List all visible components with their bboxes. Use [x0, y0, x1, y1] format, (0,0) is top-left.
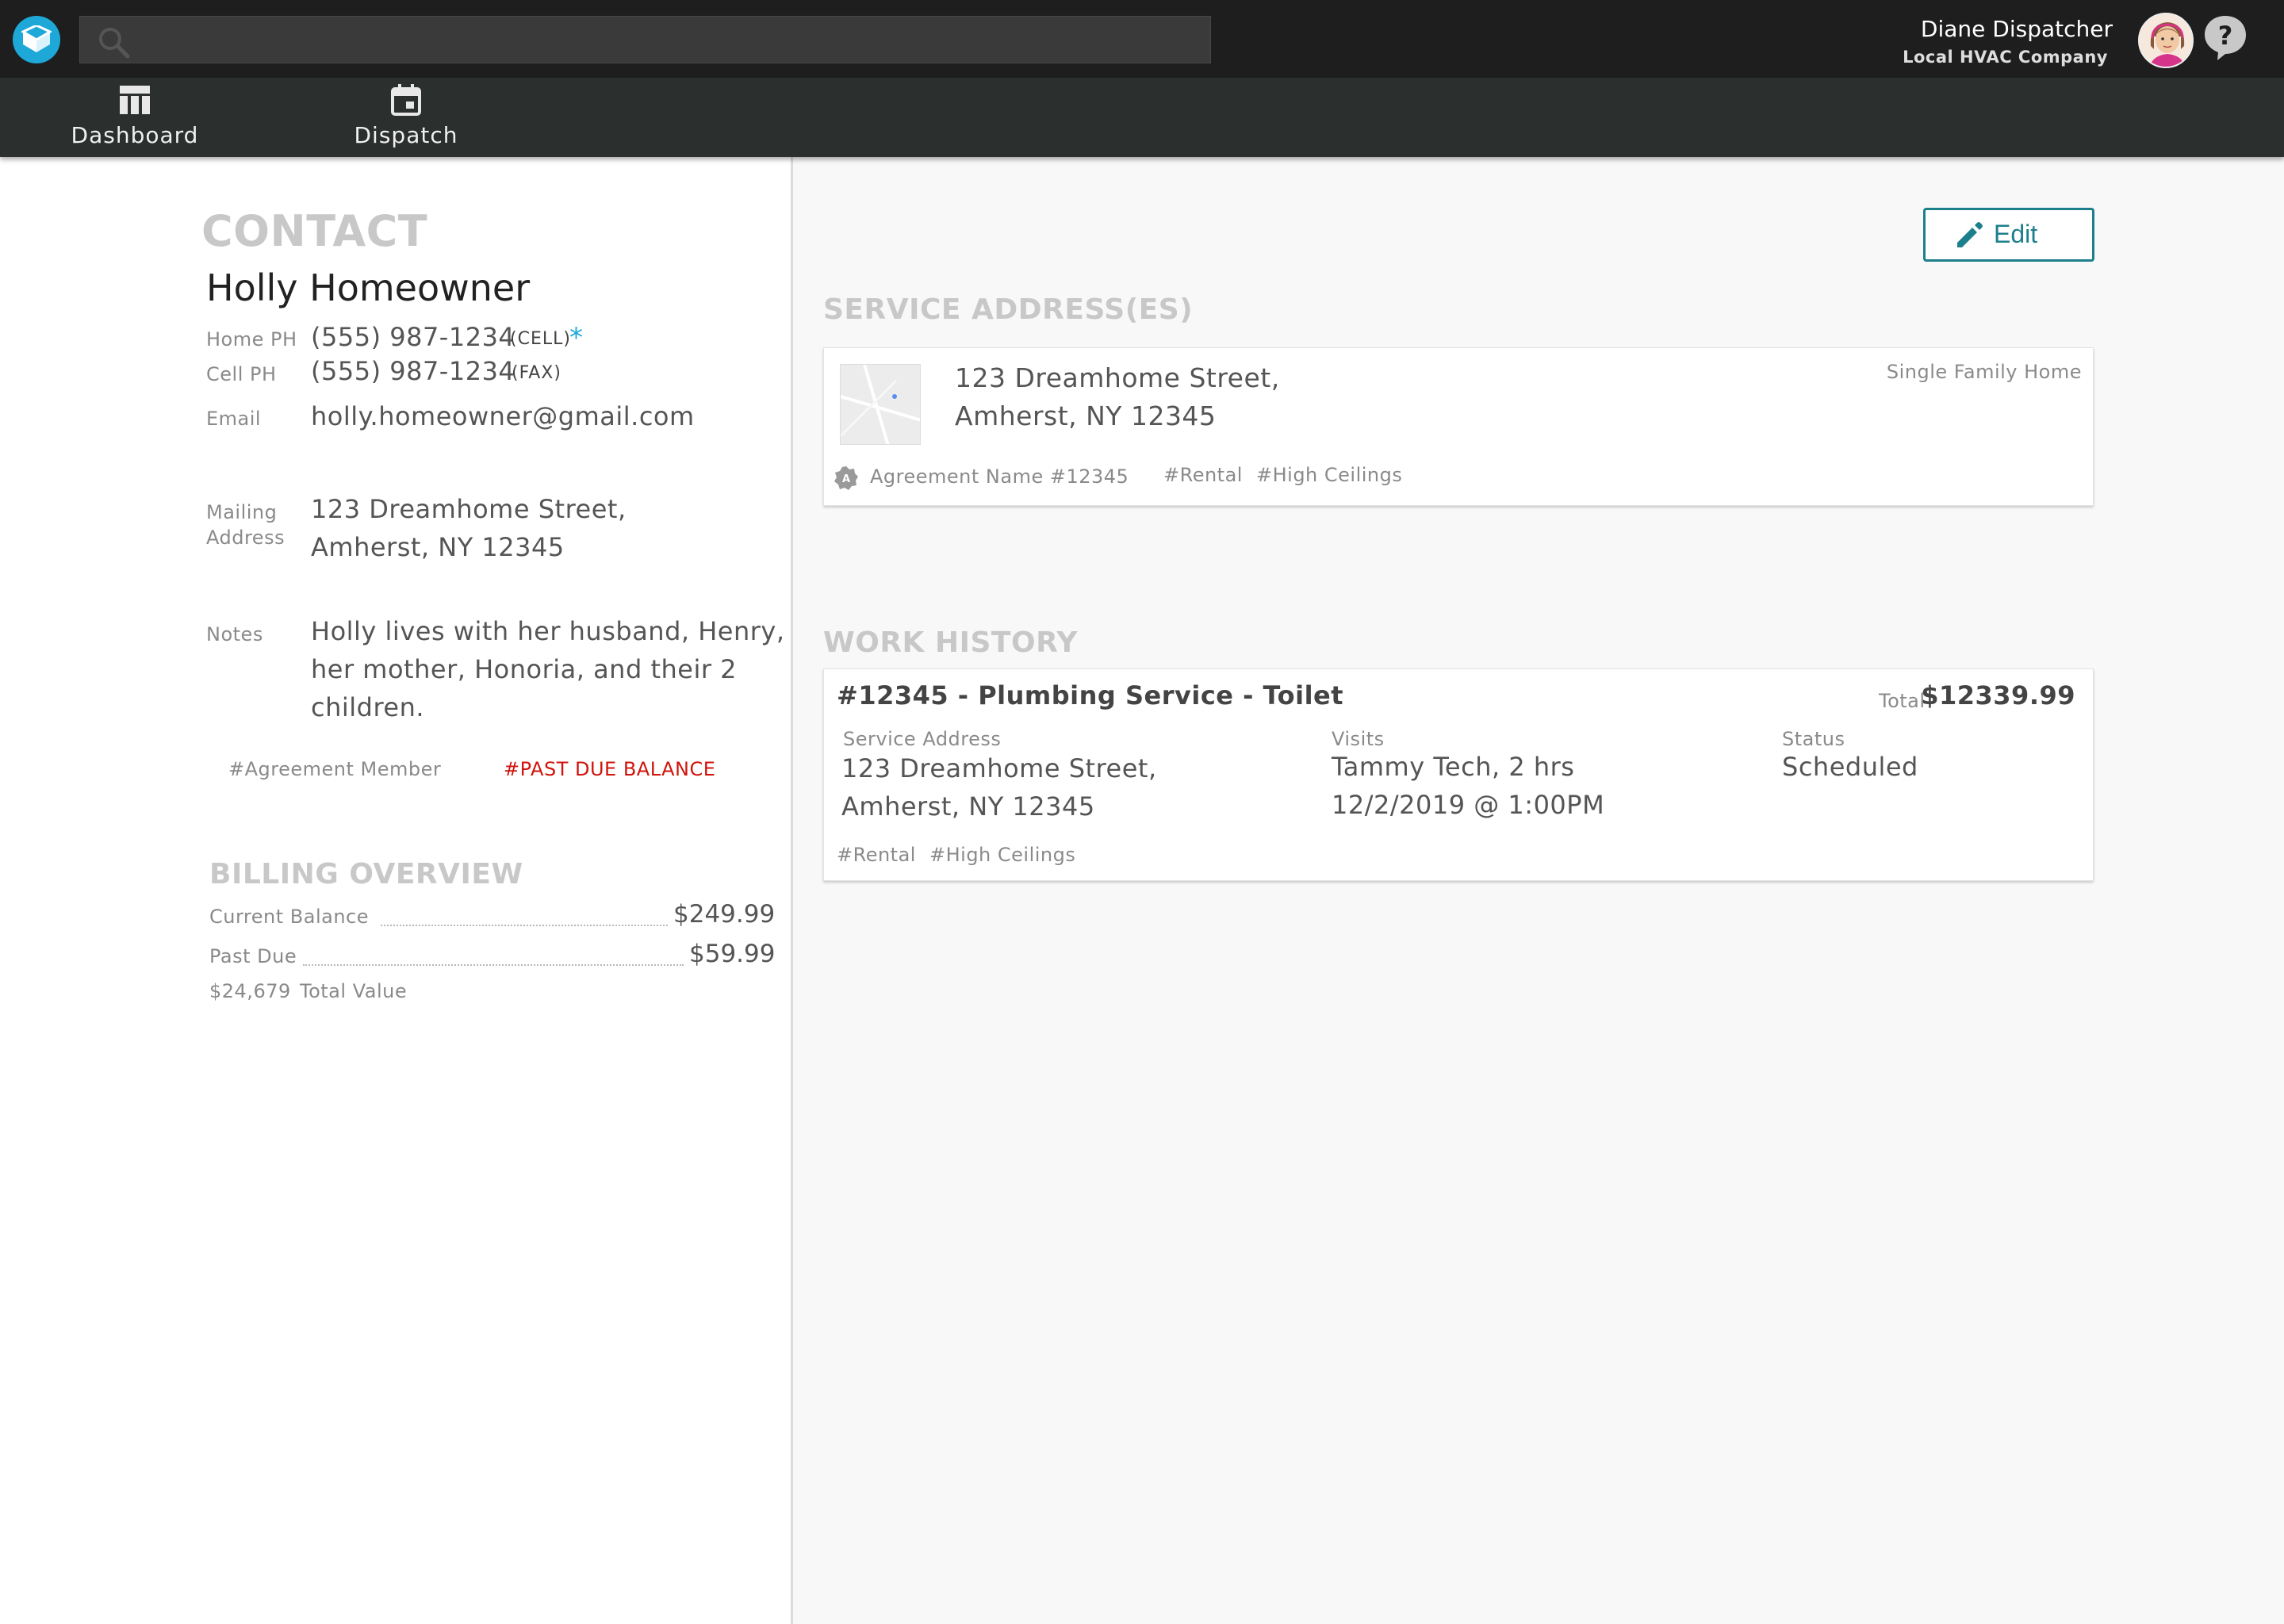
work-order-total-label: Total	[1879, 690, 1926, 712]
nav-bar: Dashboard Dispatch	[0, 78, 2284, 157]
past-due-label: Past Due	[209, 945, 297, 967]
work-order-address-line1: 123 Dreamhome Street,	[841, 753, 1157, 783]
current-balance-value: $249.99	[673, 900, 776, 929]
notes-line: Holly lives with her husband, Henry,	[311, 616, 785, 646]
billing-heading: BILLING OVERVIEW	[209, 858, 523, 891]
work-order-total: $12339.99	[1921, 680, 2075, 710]
work-order-card[interactable]: #12345 - Plumbing Service - Toilet Total…	[823, 668, 2094, 881]
mailing-address-line1: 123 Dreamhome Street,	[311, 494, 627, 524]
email-label: Email	[206, 408, 262, 430]
cell-phone-number[interactable]: (555) 987-1234	[311, 356, 515, 386]
cell-phone-label: Cell PH	[206, 363, 277, 385]
current-balance-label: Current Balance	[209, 906, 369, 928]
work-order-address-line2: Amherst, NY 12345	[841, 791, 1095, 822]
notes-line: children.	[311, 692, 425, 722]
user-company: Local HVAC Company	[1903, 48, 2108, 67]
service-addresses-heading: SERVICE ADDRESS(ES)	[823, 293, 1194, 326]
dotted-leader	[381, 925, 668, 926]
tag-agreement-member[interactable]: #Agreement Member	[228, 758, 441, 780]
edit-button[interactable]: Edit	[1923, 208, 2094, 262]
help-icon[interactable]: ?	[2203, 14, 2248, 62]
status-value: Scheduled	[1782, 752, 1918, 782]
status-label: Status	[1782, 728, 1845, 750]
primary-phone-marker: *	[569, 322, 583, 354]
logo-mark-icon	[21, 25, 52, 52]
edit-button-label: Edit	[1994, 220, 2038, 248]
mailing-label-line1: Mailing	[206, 501, 278, 523]
property-type: Single Family Home	[1886, 361, 2082, 383]
visits-label: Visits	[1332, 728, 1385, 750]
service-address-label: Service Address	[843, 728, 1002, 750]
tag-past-due-balance[interactable]: #PAST DUE BALANCE	[504, 758, 715, 780]
email-value[interactable]: holly.homeowner@gmail.com	[311, 401, 695, 431]
mailing-label-line2: Address	[206, 527, 286, 549]
dotted-leader	[303, 964, 684, 966]
nav-label-dashboard: Dashboard	[71, 122, 199, 148]
tag-rental[interactable]: #Rental	[837, 844, 916, 866]
notes-label: Notes	[206, 623, 263, 645]
total-value-amount: $24,679	[209, 980, 291, 1002]
avatar[interactable]	[2138, 13, 2194, 68]
visit-time: 12/2/2019 @ 1:00PM	[1332, 790, 1605, 820]
nav-item-dashboard[interactable]: Dashboard	[63, 78, 206, 157]
visit-tech[interactable]: Tammy Tech, 2 hrs	[1332, 752, 1574, 782]
agreement-badge-icon: A	[834, 466, 858, 490]
service-address-line2: Amherst, NY 12345	[955, 400, 1217, 431]
contact-heading: CONTACT	[201, 206, 428, 256]
tag-rental[interactable]: #Rental	[1163, 464, 1243, 486]
mailing-address-line2: Amherst, NY 12345	[311, 532, 565, 562]
work-order-title[interactable]: #12345 - Plumbing Service - Toilet	[837, 680, 1343, 710]
pencil-icon	[1957, 222, 1983, 247]
cell-phone-type: (FAX)	[512, 363, 561, 383]
home-phone-type: (CELL)	[510, 329, 571, 349]
svg-text:A: A	[842, 473, 850, 485]
nav-item-dispatch[interactable]: Dispatch	[335, 78, 477, 157]
top-bar: Diane Dispatcher Local HVAC Company ?	[0, 0, 2284, 78]
home-phone-label: Home PH	[206, 328, 297, 350]
app-logo[interactable]	[13, 16, 60, 63]
service-address-line1: 123 Dreamhome Street,	[955, 362, 1280, 393]
past-due-value: $59.99	[689, 940, 776, 968]
total-value-label: Total Value	[300, 980, 408, 1002]
service-address-card[interactable]: 123 Dreamhome Street, Amherst, NY 12345 …	[823, 347, 2094, 506]
user-name[interactable]: Diane Dispatcher	[1921, 16, 2113, 42]
tag-high-ceilings[interactable]: #High Ceilings	[929, 844, 1075, 866]
nav-label-dispatch: Dispatch	[354, 122, 458, 148]
map-icon	[841, 365, 920, 444]
svg-text:?: ?	[2218, 21, 2233, 51]
work-history-heading: WORK HISTORY	[823, 626, 1078, 659]
dashboard-icon	[120, 86, 150, 114]
home-phone-number[interactable]: (555) 987-1234	[311, 322, 515, 352]
agreement-name[interactable]: Agreement Name #12345	[870, 465, 1129, 488]
calendar-icon	[391, 84, 421, 116]
contact-panel: CONTACT Holly Homeowner Home PH (555) 98…	[0, 157, 793, 1624]
notes-line: her mother, Honoria, and their 2	[311, 654, 738, 684]
contact-name: Holly Homeowner	[206, 266, 531, 309]
tag-high-ceilings[interactable]: #High Ceilings	[1256, 464, 1402, 486]
search-icon	[99, 28, 130, 59]
search-input[interactable]	[79, 16, 1211, 63]
detail-panel: Edit SERVICE ADDRESS(ES) 123 Dreamhome S…	[795, 157, 2284, 1624]
avatar-illustration	[2140, 14, 2192, 67]
map-thumbnail[interactable]	[840, 364, 921, 445]
